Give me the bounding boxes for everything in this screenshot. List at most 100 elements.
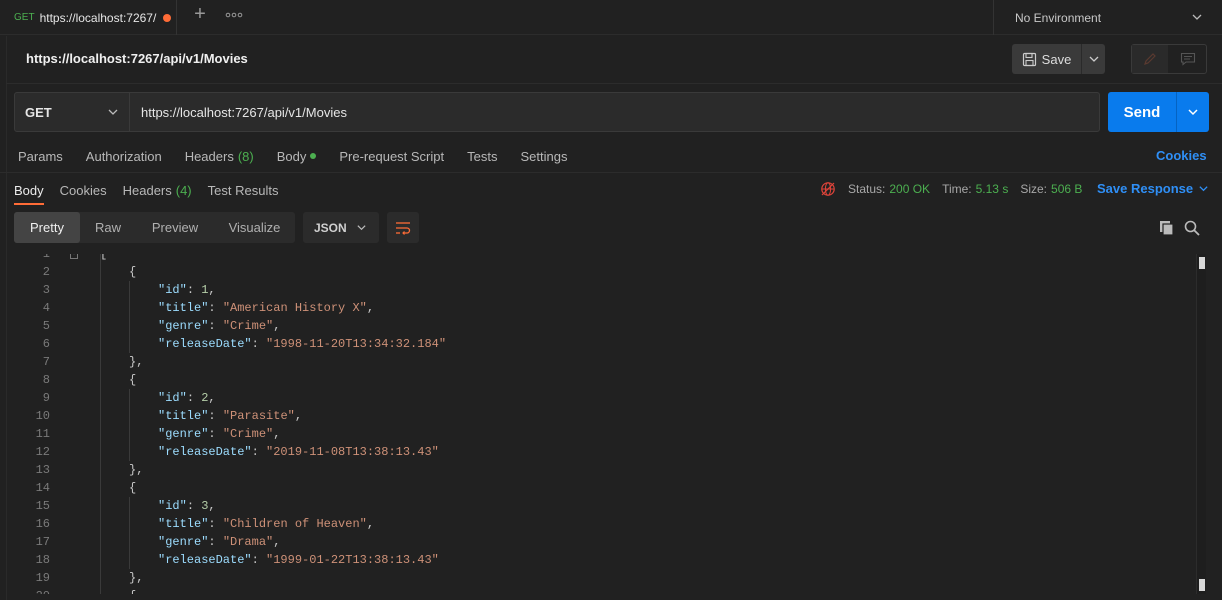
format-select[interactable]: JSON xyxy=(303,212,379,243)
code-text: "genre": "Crime", xyxy=(158,425,280,443)
copy-icon[interactable] xyxy=(1158,219,1176,237)
plus-icon[interactable]: + xyxy=(190,4,210,25)
code-line: 1[ xyxy=(14,254,1194,263)
code-token: : xyxy=(251,337,267,351)
pencil-icon[interactable] xyxy=(1132,45,1168,73)
scrollbar-thumb[interactable] xyxy=(1199,257,1205,269)
time-value[interactable]: 5.13 s xyxy=(976,182,1009,196)
response-body-editor[interactable]: 1[2{3 "id": 1, 4 "title": "American History… xyxy=(14,254,1208,594)
code-token: [ xyxy=(100,254,108,261)
send-options-button[interactable] xyxy=(1177,92,1209,132)
line-number: 7 xyxy=(42,355,50,369)
request-tab-title: https://localhost:7267/ xyxy=(39,10,157,25)
code-token: "releaseDate" xyxy=(158,337,252,351)
scrollbar-thumb-bottom[interactable] xyxy=(1199,579,1205,591)
code-line: 10 "title": "Parasite", xyxy=(14,407,1194,425)
cookies-link[interactable]: Cookies xyxy=(1156,148,1207,163)
line-number: 3 xyxy=(42,283,50,297)
code-token: , xyxy=(273,319,281,333)
code-line: 13}, xyxy=(14,461,1194,479)
line-number: 1 xyxy=(42,254,50,261)
more-icon[interactable] xyxy=(225,8,243,22)
tab-body[interactable]: Body xyxy=(277,149,317,164)
code-token: "genre" xyxy=(158,535,209,549)
tab-headers-label: Headers xyxy=(184,148,234,164)
comment-icon[interactable] xyxy=(1169,45,1207,73)
tab-prerequest-script[interactable]: Pre-request Script xyxy=(339,149,444,164)
code-token: "title" xyxy=(158,409,209,423)
view-raw[interactable]: Raw xyxy=(80,212,136,243)
code-line: 15 "id": 3, xyxy=(14,497,1194,515)
code-token: { xyxy=(129,589,136,594)
response-tab-test-results[interactable]: Test Results xyxy=(208,176,279,204)
indent-guide xyxy=(100,254,101,594)
fold-icon[interactable]: - xyxy=(70,254,78,259)
save-button[interactable]: Save xyxy=(1012,44,1081,74)
chevron-down-icon xyxy=(1199,186,1208,192)
editor-scrollbar[interactable] xyxy=(1196,254,1206,594)
code-token: : xyxy=(208,319,223,333)
save-response-button[interactable]: Save Response xyxy=(1097,181,1209,196)
line-number: 16 xyxy=(35,517,50,531)
code-token: "id" xyxy=(158,391,187,405)
panel-edge xyxy=(6,36,7,600)
line-number: 11 xyxy=(35,427,50,441)
code-line: 7}, xyxy=(14,353,1194,371)
indent-guide xyxy=(129,497,130,569)
tab-tests[interactable]: Tests xyxy=(467,149,497,164)
code-text: "releaseDate": "1999-01-22T13:38:13.43" xyxy=(158,551,439,569)
code-line: 14 { xyxy=(14,479,1194,497)
search-icon[interactable] xyxy=(1183,219,1201,237)
save-options-button[interactable] xyxy=(1082,44,1105,74)
response-tab-body[interactable]: Body xyxy=(14,176,44,205)
code-token: "Drama" xyxy=(222,535,274,549)
tab-settings[interactable]: Settings xyxy=(520,149,567,164)
time-label: Time: xyxy=(942,182,972,196)
globe-icon[interactable] xyxy=(820,181,836,197)
line-number: 15 xyxy=(35,499,50,513)
environment-select[interactable]: No Environment xyxy=(993,0,1222,35)
send-button[interactable]: Send xyxy=(1108,92,1176,132)
request-tab[interactable]: GET https://localhost:7267/ xyxy=(0,0,177,35)
code-line: 5 "genre": "Crime", xyxy=(14,317,1194,335)
method-select[interactable]: GET xyxy=(14,92,130,132)
code-token: "Crime" xyxy=(222,427,274,441)
request-title[interactable]: https://localhost:7267/api/v1/Movies xyxy=(26,51,248,66)
unsaved-indicator xyxy=(163,13,172,22)
code-text: "title": "Parasite", xyxy=(158,407,302,425)
line-number: 14 xyxy=(35,481,50,495)
chevron-down-icon xyxy=(357,225,366,231)
code-token: "releaseDate" xyxy=(158,553,252,567)
response-tab-headers[interactable]: Headers (4) xyxy=(123,176,192,204)
line-number: 8 xyxy=(42,373,50,387)
response-tab-cookies[interactable]: Cookies xyxy=(60,176,107,204)
wrap-lines-button[interactable] xyxy=(387,212,419,243)
response-meta: Status: 200 OK Time: 5.13 s Size: 506 B xyxy=(820,180,1094,198)
code-line: 18 "releaseDate": "1999-01-22T13:38:13.43… xyxy=(14,551,1194,569)
view-preview[interactable]: Preview xyxy=(136,212,214,243)
wrap-lines-icon xyxy=(396,221,411,235)
url-input[interactable] xyxy=(129,92,1100,132)
code-text: "id": 2, xyxy=(158,389,216,407)
chevron-down-icon xyxy=(1188,109,1198,116)
code-token: "releaseDate" xyxy=(158,445,252,459)
tab-params[interactable]: Params xyxy=(18,149,63,164)
response-tab-headers-count: (4) xyxy=(175,182,192,198)
code-token: "1999-01-22T13:38:13.43" xyxy=(266,553,439,567)
code-token: : xyxy=(186,391,202,405)
size-value[interactable]: 506 B xyxy=(1051,182,1082,196)
chevron-down-icon xyxy=(1089,56,1098,62)
tab-authorization[interactable]: Authorization xyxy=(86,149,162,164)
status-value[interactable]: 200 OK xyxy=(889,182,930,196)
view-visualize[interactable]: Visualize xyxy=(214,212,295,243)
view-pretty[interactable]: Pretty xyxy=(14,212,80,243)
line-number: 18 xyxy=(35,553,50,567)
code-line: 2{ xyxy=(14,263,1194,281)
code-token: : xyxy=(186,499,202,513)
tab-headers[interactable]: Headers (8) xyxy=(185,149,254,164)
chevron-down-icon xyxy=(1192,14,1202,20)
code-text: "releaseDate": "2019-11-08T13:38:13.43" xyxy=(158,443,439,461)
code-line: 11 "genre": "Crime", xyxy=(14,425,1194,443)
section-divider xyxy=(0,172,1222,173)
code-token: "id" xyxy=(158,499,187,513)
